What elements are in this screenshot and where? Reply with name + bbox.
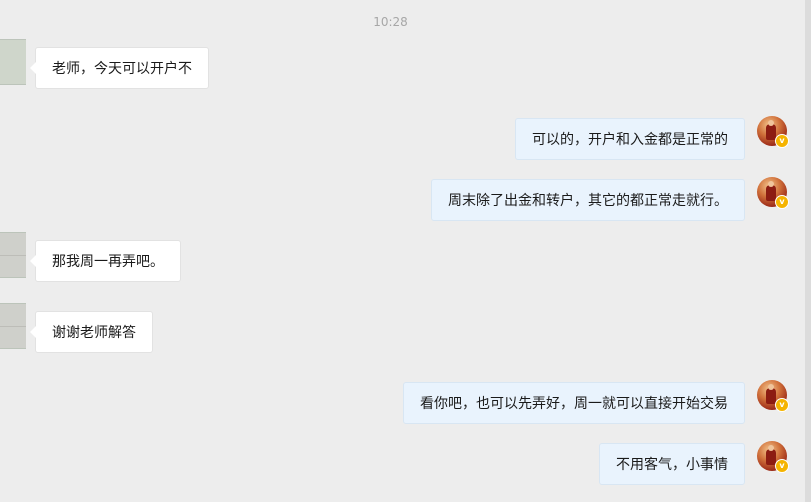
scrollbar-track[interactable] — [805, 0, 811, 502]
message-bubble-outgoing[interactable]: 周末除了出金和转户，其它的都正常走就行。 — [431, 179, 745, 221]
user-avatar[interactable]: v — [757, 380, 789, 412]
user-avatar[interactable]: v — [757, 116, 789, 148]
message-bubble-outgoing[interactable]: 看你吧，也可以先弄好，周一就可以直接开始交易 — [403, 382, 745, 424]
message-bubble-incoming[interactable]: 老师，今天可以开户不 — [30, 47, 209, 89]
verified-badge-icon: v — [775, 195, 789, 209]
user-avatar[interactable]: v — [757, 177, 789, 209]
message-bubble-incoming[interactable]: 谢谢老师解答 — [30, 311, 153, 353]
verified-badge-icon: v — [775, 398, 789, 412]
scrollbar-thumb[interactable] — [805, 0, 811, 502]
verified-badge-icon: v — [775, 134, 789, 148]
contact-avatar[interactable] — [0, 232, 26, 278]
avatar-head — [768, 120, 774, 126]
avatar-head — [768, 445, 774, 451]
avatar-head — [768, 384, 774, 390]
message-bubble-outgoing[interactable]: 不用客气，小事情 — [599, 443, 745, 485]
message-bubble-outgoing[interactable]: 可以的，开户和入金都是正常的 — [515, 118, 745, 160]
message-bubble-incoming[interactable]: 那我周一再弄吧。 — [30, 240, 181, 282]
chat-timestamp: 10:28 — [373, 15, 408, 29]
verified-badge-icon: v — [775, 459, 789, 473]
avatar-head — [768, 181, 774, 187]
contact-avatar[interactable] — [0, 39, 26, 85]
contact-avatar[interactable] — [0, 303, 26, 349]
user-avatar[interactable]: v — [757, 441, 789, 473]
